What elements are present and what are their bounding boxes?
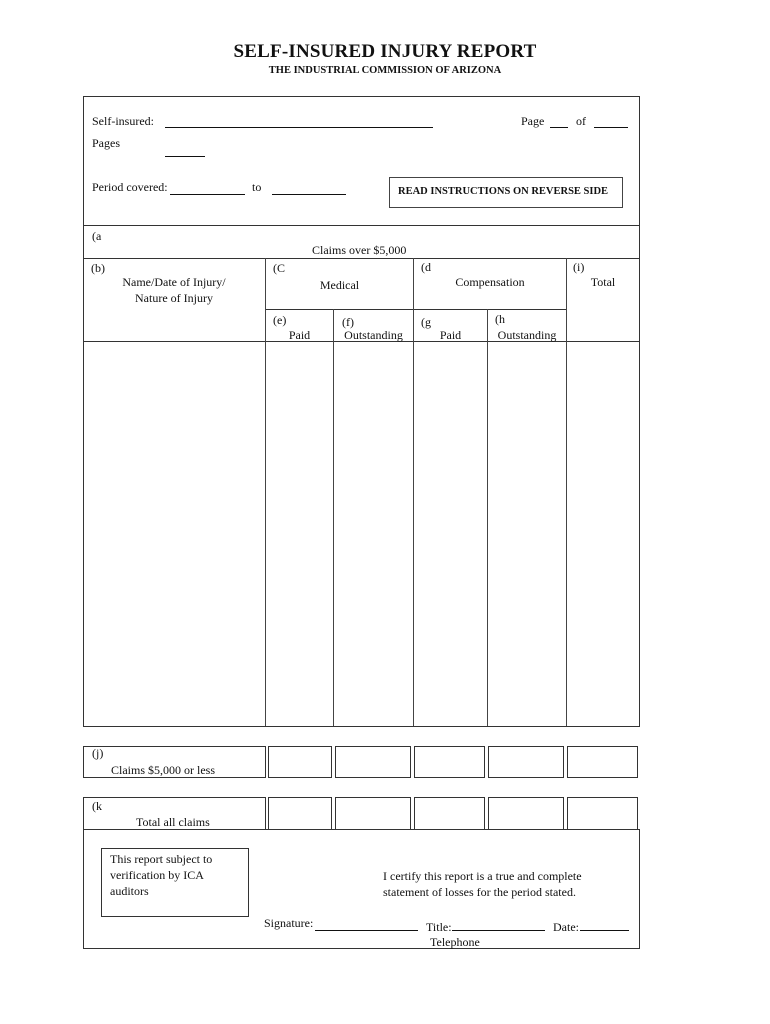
summary-row-j-label-cell: (j) Claims $5,000 or less xyxy=(83,746,266,778)
entry-cell-compensation-outstanding[interactable] xyxy=(488,342,566,726)
period-covered-label: Period covered: xyxy=(92,180,168,194)
summary-row-j-compensation-paid[interactable] xyxy=(414,746,485,778)
page-number-field[interactable] xyxy=(550,127,568,128)
summary-row-k-medical-paid[interactable] xyxy=(268,797,332,830)
subheader-divider xyxy=(266,309,566,310)
period-to-label: to xyxy=(252,180,262,194)
form-title: SELF-INSURED INJURY REPORT xyxy=(233,41,537,62)
of-label: of xyxy=(576,114,586,128)
date-field[interactable] xyxy=(580,930,629,931)
signature-field[interactable] xyxy=(315,930,418,931)
summary-row-k-label: Total all claims xyxy=(136,815,210,829)
table-header-divider xyxy=(83,258,640,259)
col-f-label: Outstanding xyxy=(344,328,403,342)
pages-label: Pages xyxy=(92,136,120,150)
summary-row-k-medical-outstanding[interactable] xyxy=(335,797,411,830)
summary-row-j-marker: (j) xyxy=(92,746,104,760)
signature-label: Signature: xyxy=(264,916,314,930)
section-a-marker: (a xyxy=(92,229,102,243)
entry-cell-compensation-paid[interactable] xyxy=(414,342,487,726)
summary-row-k-total[interactable] xyxy=(567,797,638,830)
period-to-field[interactable] xyxy=(272,194,346,195)
col-b-marker: (b) xyxy=(91,261,105,275)
entry-cell-medical-outstanding[interactable] xyxy=(334,342,413,726)
col-c-marker: (C xyxy=(273,261,285,275)
verification-note: This report subject to verification by I… xyxy=(110,852,213,898)
summary-row-j-medical-paid[interactable] xyxy=(268,746,332,778)
summary-row-j-total[interactable] xyxy=(567,746,638,778)
title-field[interactable] xyxy=(452,930,545,931)
summary-row-k-marker: (k xyxy=(92,799,102,813)
col-b-label-line2: Nature of Injury xyxy=(135,291,213,305)
certification-top-border xyxy=(83,829,640,830)
entry-cell-name[interactable] xyxy=(84,342,265,726)
summary-row-k-compensation-outstanding[interactable] xyxy=(488,797,564,830)
entry-cell-total[interactable] xyxy=(567,342,639,726)
summary-row-j-compensation-outstanding[interactable] xyxy=(488,746,564,778)
col-g-label: Paid xyxy=(439,328,462,342)
instructions-notice: READ INSTRUCTIONS ON REVERSE SIDE xyxy=(398,186,609,197)
summary-row-j-medical-outstanding[interactable] xyxy=(335,746,411,778)
telephone-label: Telephone xyxy=(430,935,480,949)
col-d-label: Compensation xyxy=(455,275,525,289)
verification-note-box: This report subject to verification by I… xyxy=(101,848,249,917)
entry-cell-medical-paid[interactable] xyxy=(266,342,333,726)
summary-row-k-compensation-paid[interactable] xyxy=(414,797,485,830)
section-a-title: Claims over $5,000 xyxy=(312,243,407,257)
total-pages-field[interactable] xyxy=(594,127,628,128)
col-h-label: Outstanding xyxy=(497,328,557,342)
page-label: Page xyxy=(521,114,545,128)
col-c-label: Medical xyxy=(319,278,360,292)
self-insured-label: Self-insured: xyxy=(92,114,154,128)
certify-line2: statement of losses for the period state… xyxy=(383,885,576,899)
instructions-notice-box: READ INSTRUCTIONS ON REVERSE SIDE xyxy=(389,177,623,208)
col-e-marker: (e) xyxy=(273,313,287,327)
period-from-field[interactable] xyxy=(170,194,245,195)
col-i-marker: (i) xyxy=(573,260,585,274)
summary-row-j-label: Claims $5,000 or less xyxy=(111,763,215,777)
self-insured-field[interactable] xyxy=(165,127,433,128)
col-i-label: Total xyxy=(590,275,616,289)
col-h-marker: (h xyxy=(495,312,505,326)
date-label: Date: xyxy=(553,920,579,934)
form-subtitle: THE INDUSTRIAL COMMISSION OF ARIZONA xyxy=(268,65,502,76)
certify-line1: I certify this report is a true and comp… xyxy=(383,869,582,883)
col-e-label: Paid xyxy=(288,328,311,342)
pages-field[interactable] xyxy=(165,156,205,157)
col-b-label-line1: Name/Date of Injury/ xyxy=(122,275,226,289)
col-d-marker: (d xyxy=(421,260,431,274)
summary-row-k-label-cell: (k Total all claims xyxy=(83,797,266,830)
title-label: Title: xyxy=(426,920,452,934)
